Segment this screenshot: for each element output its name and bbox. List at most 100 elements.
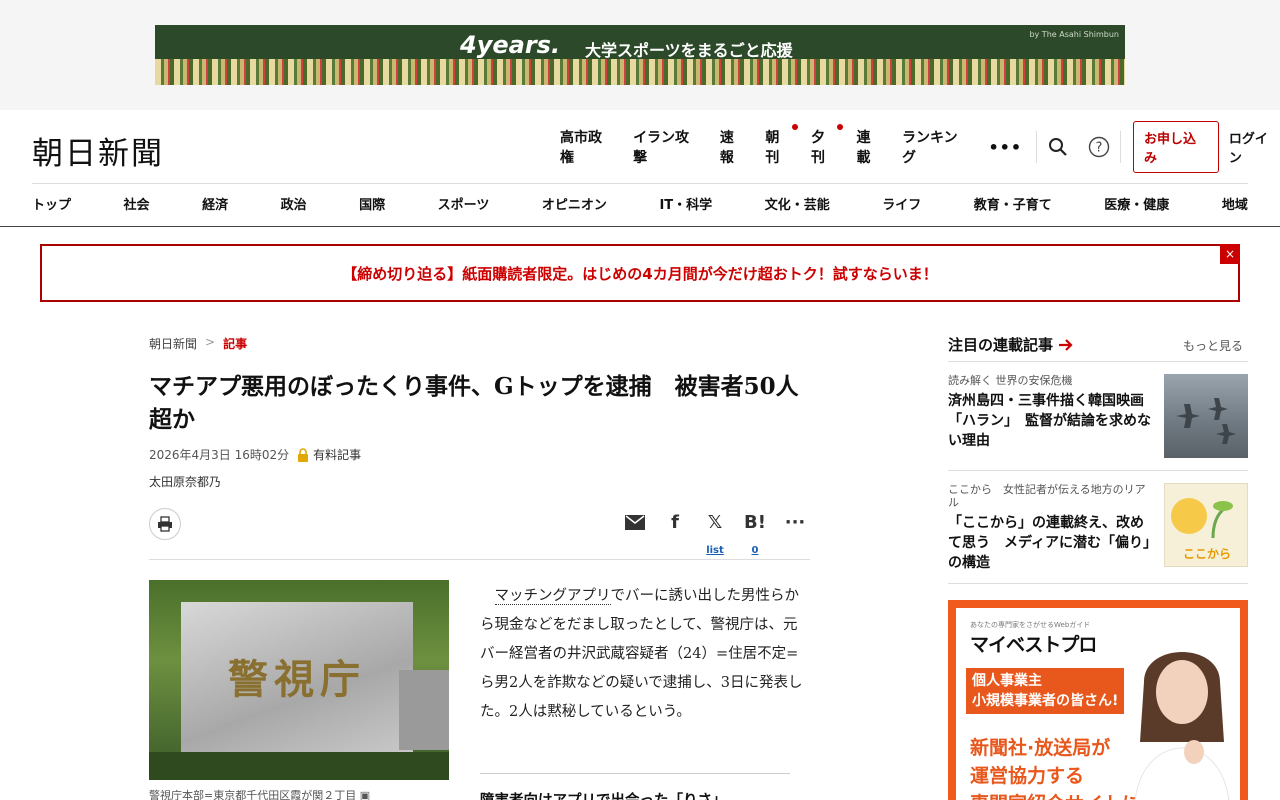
site-logo[interactable]: 朝日新聞 [32, 128, 164, 173]
nav-series[interactable]: 連載 [856, 127, 884, 167]
cat-economy[interactable]: 経済 [202, 194, 228, 213]
article-toolbar: f 𝕏 list B! 0 ··· [149, 505, 810, 560]
cat-sports[interactable]: スポーツ [438, 194, 490, 213]
sidebar-item-title[interactable]: 済州島四・三事件描く韓国映画「ハラン」 監督が結論を求めない理由 [948, 391, 1154, 451]
breadcrumb-separator: > [205, 335, 216, 349]
hatena-bookmark-icon[interactable]: B! 0 [744, 511, 766, 557]
sidebar-title[interactable]: 注目の連載記事 [948, 334, 1073, 355]
ad-inner: あなたの専門家をさがせるWebガイド マイベストプロ 個人事業主 小規模事業者の… [956, 608, 1240, 800]
ad-person-image [1134, 652, 1230, 800]
article-author[interactable]: 太田原奈都乃 [149, 473, 221, 490]
promo-banner[interactable]: 【締め切り迫る】紙面購読者限定。はじめの4カ月間が今だけ超おトク！試すならいま！… [40, 244, 1240, 302]
body-text: でバーに誘い出した男性らから現金などをだまし取ったとして、警視庁は、元バー経営者… [480, 588, 803, 720]
cat-politics[interactable]: 政治 [281, 194, 307, 213]
photo-caption: 警視庁本部=東京都千代田区霞が関２丁目 ▣ [149, 787, 370, 800]
ad-headline-line: 運営協力する [970, 765, 1085, 787]
x-count-link[interactable]: list [706, 545, 724, 556]
sidebar-ad[interactable]: あなたの専門家をさがせるWebガイド マイベストプロ 個人事業主 小規模事業者の… [948, 600, 1248, 800]
facebook-icon[interactable]: f [664, 511, 686, 533]
ad-tagline: 大学スポーツをまるごと応援 [585, 41, 793, 60]
sidebar-item-title[interactable]: 「ここから」の連載終え、改めて思う メディアに潜む「偏り」の構造 [948, 513, 1154, 573]
more-menu-icon[interactable]: ••• [988, 138, 1022, 157]
mail-icon[interactable] [624, 511, 646, 533]
image-icon[interactable]: ▣ [360, 789, 370, 800]
more-share-icon[interactable]: ··· [784, 511, 806, 533]
cat-education[interactable]: 教育・子育て [974, 194, 1052, 213]
ad-headline: 新聞社·放送局が 運営協力する 専門家紹介サイトに [970, 734, 1141, 800]
photo-stone-sign: 警視庁 [181, 602, 413, 752]
nav-iran[interactable]: イラン攻撃 [633, 127, 702, 167]
search-icon[interactable] [1041, 130, 1074, 164]
cat-culture[interactable]: 文化・芸能 [765, 194, 830, 213]
promo-text[interactable]: 【締め切り迫る】紙面購読者限定。はじめの4カ月間が今だけ超おトク！試すならいま！ [342, 263, 937, 284]
ad-logo: 4years. [460, 31, 561, 59]
article-date: 2026年4月3日 16時02分 [149, 448, 290, 462]
help-icon[interactable]: ? [1083, 130, 1116, 164]
ad-box: 個人事業主 小規模事業者の皆さん! [966, 668, 1125, 714]
ad-headline-line: 新聞社·放送局が [970, 737, 1111, 759]
photo-block [399, 670, 449, 750]
ad-crowd-image [155, 59, 1125, 85]
ad-box-line: 個人事業主 [972, 673, 1042, 689]
nav-ranking[interactable]: ランキング [902, 127, 970, 167]
nav-breaking[interactable]: 速報 [720, 127, 748, 167]
ad-subtitle: あなたの専門家をさがせるWebガイド [970, 621, 1091, 629]
arrow-right-icon [1059, 338, 1073, 351]
breadcrumb-current[interactable]: 記事 [223, 335, 247, 352]
sidebar-divider [948, 583, 1248, 584]
cat-region[interactable]: 地域 [1222, 194, 1248, 213]
nav-morning[interactable]: 朝刊 [765, 124, 798, 167]
related-link[interactable]: 障害者向けアプリで出会った「りさ」 [480, 789, 727, 800]
article-headline: マチアプ悪用のぼったくり事件、Gトップを逮捕 被害者50人超か [149, 373, 799, 433]
article-meta: 2026年4月3日 16時02分 有料記事 [149, 446, 361, 463]
koko-label: ここから [1183, 547, 1231, 561]
cat-top[interactable]: トップ [32, 194, 71, 213]
nav-evening[interactable]: 夕刊 [811, 124, 843, 167]
cat-life[interactable]: ライフ [882, 194, 921, 213]
hatena-count[interactable]: 0 [752, 545, 759, 556]
sidebar-kicker: 読み解く 世界の安保危機 [948, 374, 1073, 387]
ad-byline: by The Asahi Shimbun [1029, 30, 1119, 39]
sidebar-item[interactable]: 読み解く 世界の安保危機 済州島四・三事件描く韓国映画「ハラン」 監督が結論を求… [948, 374, 1248, 458]
sidebar-divider [948, 470, 1248, 471]
sidebar-title-text[interactable]: 注目の連載記事 [948, 334, 1053, 355]
category-nav: トップ 社会 経済 政治 国際 スポーツ オピニオン IT・科学 文化・芸能 ラ… [32, 194, 1248, 213]
top-banner-ad[interactable]: 4years. 大学スポーツをまるごと応援 by The Asahi Shimb… [155, 25, 1125, 85]
sidebar-item[interactable]: ここから 女性記者が伝える地方のリアル 「ここから」の連載終え、改めて思う メデ… [948, 483, 1248, 573]
photo-sign-text: 警視庁 [228, 656, 366, 703]
caption-text: 警視庁本部=東京都千代田区霞が関２丁目 [149, 789, 357, 800]
paid-badge: 有料記事 [297, 446, 361, 463]
photo-ground [149, 752, 449, 780]
close-icon[interactable]: × [1220, 244, 1240, 264]
sidebar-thumbnail[interactable]: ここから [1164, 483, 1248, 567]
divider [1119, 131, 1121, 163]
breadcrumb-home[interactable]: 朝日新聞 [149, 335, 197, 352]
related-divider [480, 773, 790, 774]
nav-takaichi[interactable]: 高市政権 [560, 127, 615, 167]
article-photo[interactable]: 警視庁 [149, 580, 449, 780]
utility-nav: 高市政権 イラン攻撃 速報 朝刊 夕刊 連載 ランキング ••• ? お申し込み… [560, 121, 1280, 173]
nav-bottom-line [0, 226, 1280, 227]
print-icon[interactable] [149, 508, 181, 540]
divider [1036, 131, 1038, 163]
ad-headline-line: 専門家紹介サイトに [970, 790, 1141, 800]
lock-icon [298, 447, 309, 462]
share-buttons: f 𝕏 list B! 0 ··· [624, 511, 806, 557]
sidebar-thumbnail[interactable] [1164, 374, 1248, 458]
body-link-matching-app[interactable]: マッチングアプリ [494, 588, 611, 605]
login-link[interactable]: ログイン [1229, 128, 1280, 166]
sidebar-divider [948, 361, 1248, 362]
ad-box-line: 小規模事業者の皆さん! [972, 693, 1119, 709]
x-icon[interactable]: 𝕏 list [704, 511, 726, 557]
cat-health[interactable]: 医療・健康 [1104, 194, 1169, 213]
subscribe-button[interactable]: お申し込み [1132, 121, 1219, 173]
article-body: マッチングアプリでバーに誘い出した男性らから現金などをだまし取ったとして、警視庁… [480, 582, 810, 727]
sidebar-more-link[interactable]: もっと見る [1183, 337, 1243, 354]
cat-it-science[interactable]: IT・科学 [659, 194, 712, 213]
cat-society[interactable]: 社会 [124, 194, 150, 213]
paid-label: 有料記事 [313, 448, 362, 462]
cat-opinion[interactable]: オピニオン [542, 194, 607, 213]
top-ad-area: 4years. 大学スポーツをまるごと応援 by The Asahi Shimb… [0, 0, 1280, 110]
cat-international[interactable]: 国際 [359, 194, 385, 213]
breadcrumb: 朝日新聞 > 記事 [149, 335, 247, 352]
